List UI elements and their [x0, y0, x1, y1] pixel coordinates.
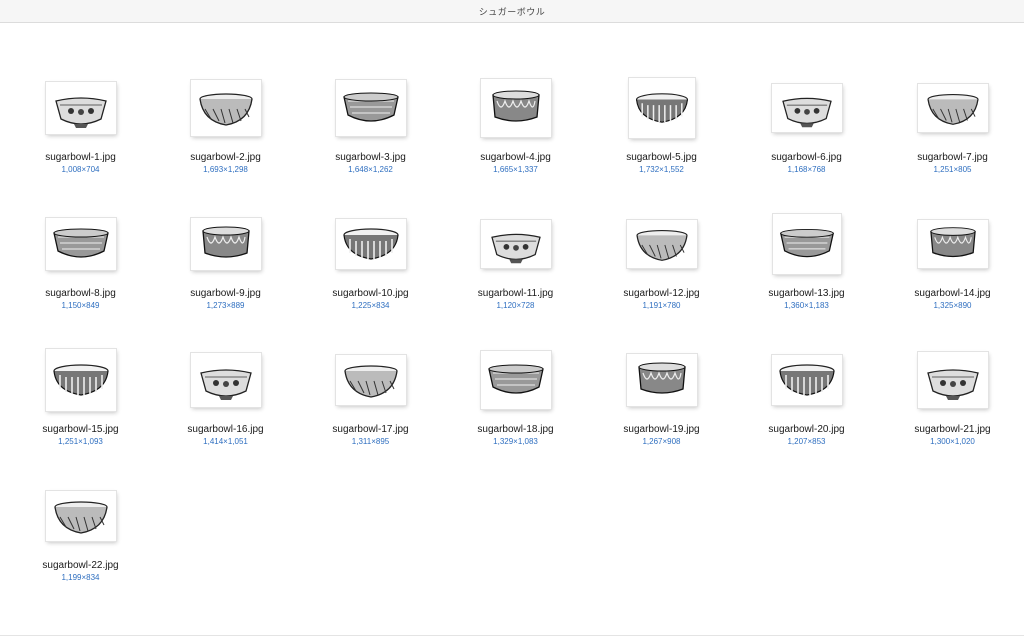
sugar-bowl-thumbnail-icon[interactable]: [917, 84, 988, 132]
sugar-bowl-thumbnail-icon[interactable]: [45, 82, 116, 134]
file-item[interactable]: sugarbowl-5.jpg 1,732×1,552: [589, 47, 734, 183]
sugar-bowl-thumbnail-icon[interactable]: [480, 351, 551, 409]
finder-window: シュガーボウル sugarbowl-1.jpg 1,008×704 sugarbo…: [0, 0, 1024, 640]
image-dimensions: 1,251×805: [933, 165, 972, 174]
sugar-bowl-thumbnail-icon[interactable]: [335, 355, 406, 405]
file-name[interactable]: sugarbowl-14.jpg: [880, 288, 1024, 299]
sugar-bowl-thumbnail-icon[interactable]: [771, 84, 842, 132]
image-dimensions: 1,199×834: [61, 573, 100, 582]
image-dimensions: 1,665×1,337: [493, 165, 538, 174]
image-dimensions: 1,120×728: [496, 301, 535, 310]
image-dimensions: 1,360×1,183: [784, 301, 829, 310]
file-item[interactable]: sugarbowl-12.jpg 1,191×780: [589, 183, 734, 319]
file-name[interactable]: sugarbowl-6.jpg: [734, 152, 879, 163]
file-item[interactable]: sugarbowl-10.jpg 1,225×834: [298, 183, 443, 319]
title-bar[interactable]: シュガーボウル: [0, 0, 1024, 23]
sugar-bowl-thumbnail-icon[interactable]: [772, 214, 841, 274]
image-dimensions: 1,648×1,262: [348, 165, 393, 174]
sugar-bowl-thumbnail-icon[interactable]: [335, 80, 406, 136]
file-name[interactable]: sugarbowl-22.jpg: [8, 560, 153, 571]
image-dimensions: 1,329×1,083: [493, 437, 538, 446]
file-name[interactable]: sugarbowl-17.jpg: [298, 424, 443, 435]
sugar-bowl-thumbnail-icon[interactable]: [626, 220, 697, 268]
file-name[interactable]: sugarbowl-15.jpg: [8, 424, 153, 435]
sugar-bowl-thumbnail-icon[interactable]: [45, 349, 116, 411]
sugar-bowl-thumbnail-icon[interactable]: [335, 219, 406, 269]
file-name[interactable]: sugarbowl-7.jpg: [880, 152, 1024, 163]
sugar-bowl-thumbnail-icon[interactable]: [917, 220, 988, 268]
file-item[interactable]: sugarbowl-1.jpg 1,008×704: [8, 47, 153, 183]
file-item[interactable]: sugarbowl-14.jpg 1,325×890: [880, 183, 1024, 319]
image-dimensions: 1,251×1,093: [58, 437, 103, 446]
window-title: シュガーボウル: [478, 7, 546, 18]
file-name[interactable]: sugarbowl-21.jpg: [880, 424, 1024, 435]
image-dimensions: 1,267×908: [642, 437, 681, 446]
file-item[interactable]: sugarbowl-4.jpg 1,665×1,337: [443, 47, 588, 183]
image-dimensions: 1,008×704: [61, 165, 100, 174]
file-item[interactable]: sugarbowl-8.jpg 1,150×849: [8, 183, 153, 319]
icon-grid: sugarbowl-1.jpg 1,008×704 sugarbowl-2.jpg…: [0, 23, 1024, 635]
image-dimensions: 1,325×890: [933, 301, 972, 310]
file-name[interactable]: sugarbowl-20.jpg: [734, 424, 879, 435]
image-dimensions: 1,225×834: [351, 301, 390, 310]
sugar-bowl-thumbnail-icon[interactable]: [190, 218, 261, 270]
file-name[interactable]: sugarbowl-5.jpg: [589, 152, 734, 163]
file-item[interactable]: sugarbowl-20.jpg 1,207×853: [734, 319, 879, 455]
image-dimensions: 1,693×1,298: [203, 165, 248, 174]
image-dimensions: 1,732×1,552: [639, 165, 684, 174]
file-name[interactable]: sugarbowl-8.jpg: [8, 288, 153, 299]
file-name[interactable]: sugarbowl-13.jpg: [734, 288, 879, 299]
file-item[interactable]: sugarbowl-7.jpg 1,251×805: [880, 47, 1024, 183]
sugar-bowl-thumbnail-icon[interactable]: [626, 354, 697, 406]
file-name[interactable]: sugarbowl-12.jpg: [589, 288, 734, 299]
sugar-bowl-thumbnail-icon[interactable]: [45, 218, 116, 270]
sugar-bowl-thumbnail-icon[interactable]: [45, 491, 116, 541]
sugar-bowl-thumbnail-icon[interactable]: [771, 355, 842, 405]
file-name[interactable]: sugarbowl-16.jpg: [153, 424, 298, 435]
file-item[interactable]: sugarbowl-13.jpg 1,360×1,183: [734, 183, 879, 319]
sugar-bowl-thumbnail-icon[interactable]: [480, 220, 551, 268]
file-item[interactable]: sugarbowl-9.jpg 1,273×889: [153, 183, 298, 319]
file-name[interactable]: sugarbowl-19.jpg: [589, 424, 734, 435]
sugar-bowl-thumbnail-icon[interactable]: [917, 352, 988, 408]
sugar-bowl-thumbnail-icon[interactable]: [480, 79, 551, 137]
file-name[interactable]: sugarbowl-10.jpg: [298, 288, 443, 299]
sugar-bowl-thumbnail-icon[interactable]: [190, 353, 261, 407]
file-item[interactable]: sugarbowl-3.jpg 1,648×1,262: [298, 47, 443, 183]
image-dimensions: 1,311×895: [351, 437, 390, 446]
image-dimensions: 1,168×768: [787, 165, 826, 174]
image-dimensions: 1,207×853: [787, 437, 826, 446]
file-item[interactable]: sugarbowl-6.jpg 1,168×768: [734, 47, 879, 183]
file-item[interactable]: sugarbowl-17.jpg 1,311×895: [298, 319, 443, 455]
image-dimensions: 1,150×849: [61, 301, 100, 310]
image-dimensions: 1,191×780: [642, 301, 681, 310]
image-dimensions: 1,300×1,020: [930, 437, 975, 446]
image-dimensions: 1,414×1,051: [203, 437, 248, 446]
file-name[interactable]: sugarbowl-3.jpg: [298, 152, 443, 163]
file-item[interactable]: sugarbowl-2.jpg 1,693×1,298: [153, 47, 298, 183]
divider: [0, 635, 1024, 636]
file-item[interactable]: sugarbowl-15.jpg 1,251×1,093: [8, 319, 153, 455]
sugar-bowl-thumbnail-icon[interactable]: [190, 80, 261, 136]
file-name[interactable]: sugarbowl-4.jpg: [443, 152, 588, 163]
sugar-bowl-thumbnail-icon[interactable]: [628, 78, 695, 138]
file-item[interactable]: sugarbowl-16.jpg 1,414×1,051: [153, 319, 298, 455]
file-item[interactable]: sugarbowl-21.jpg 1,300×1,020: [880, 319, 1024, 455]
file-name[interactable]: sugarbowl-11.jpg: [443, 288, 588, 299]
file-name[interactable]: sugarbowl-1.jpg: [8, 152, 153, 163]
file-item[interactable]: sugarbowl-18.jpg 1,329×1,083: [443, 319, 588, 455]
file-name[interactable]: sugarbowl-9.jpg: [153, 288, 298, 299]
file-name[interactable]: sugarbowl-18.jpg: [443, 424, 588, 435]
image-dimensions: 1,273×889: [206, 301, 245, 310]
file-name[interactable]: sugarbowl-2.jpg: [153, 152, 298, 163]
file-item[interactable]: sugarbowl-19.jpg 1,267×908: [589, 319, 734, 455]
file-item[interactable]: sugarbowl-22.jpg 1,199×834: [8, 455, 153, 591]
file-item[interactable]: sugarbowl-11.jpg 1,120×728: [443, 183, 588, 319]
